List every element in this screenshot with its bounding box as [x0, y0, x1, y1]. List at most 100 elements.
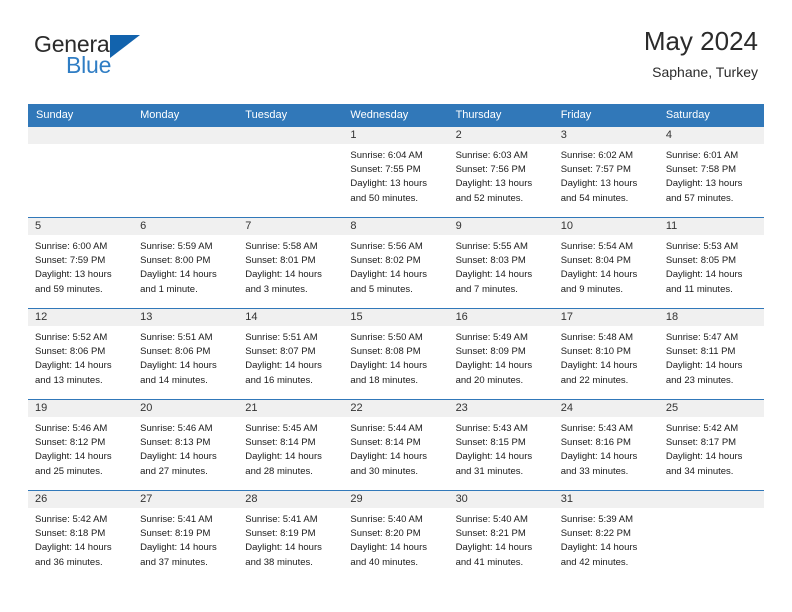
calendar-day-cell[interactable]: 24 Sunrise: 5:43 AM Sunset: 8:16 PM Dayligh… [553, 399, 659, 491]
calendar-day-cell[interactable]: 12 Sunrise: 5:52 AM Sunset: 8:06 PM Dayligh… [28, 308, 134, 400]
day-detail-line: Sunrise: 5:43 AM [560, 423, 634, 434]
general-blue-logo[interactable]: General Blue [34, 31, 149, 79]
calendar-day-cell[interactable]: 16 Sunrise: 5:49 AM Sunset: 8:09 PM Dayligh… [448, 308, 554, 400]
calendar-week-row: 26 Sunrise: 5:42 AM Sunset: 8:18 PM Dayligh… [28, 490, 764, 581]
logo-text-blue: Blue [66, 52, 112, 78]
calendar-day-cell[interactable]: 22 Sunrise: 5:44 AM Sunset: 8:14 PM Dayligh… [343, 399, 449, 491]
day-details: Sunrise: 5:43 AM Sunset: 8:15 PM Daylight:… [449, 417, 554, 479]
day-detail-line: Sunset: 8:06 PM [140, 346, 211, 358]
calendar-day-cell[interactable]: 29 Sunrise: 5:40 AM Sunset: 8:20 PM Dayligh… [343, 490, 449, 581]
calendar-day-cell[interactable]: 10 Sunrise: 5:54 AM Sunset: 8:04 PM Dayligh… [553, 217, 659, 309]
day-detail-line: Sunset: 8:06 PM [35, 346, 106, 358]
day-detail-line: Sunrise: 6:00 AM [35, 241, 108, 252]
day-detail-line: Sunset: 8:21 PM [455, 528, 526, 540]
day-details: Sunrise: 5:40 AM Sunset: 8:21 PM Daylight:… [449, 508, 554, 570]
day-number: 21 [238, 400, 344, 417]
calendar-day-cell[interactable]: 19 Sunrise: 5:46 AM Sunset: 8:12 PM Dayligh… [28, 399, 134, 491]
calendar-day-cell[interactable]: 11 Sunrise: 5:53 AM Sunset: 8:05 PM Dayligh… [658, 217, 764, 309]
calendar-day-cell[interactable]: 20 Sunrise: 5:46 AM Sunset: 8:13 PM Dayligh… [133, 399, 239, 491]
day-cell-content: 16 Sunrise: 5:49 AM Sunset: 8:09 PM Dayligh… [448, 309, 554, 399]
day-detail-line: Sunset: 8:18 PM [35, 528, 106, 540]
day-detail-line: Sunset: 8:03 PM [455, 255, 526, 267]
day-detail-line: Sunrise: 5:44 AM [350, 423, 423, 434]
day-cell-content: 19 Sunrise: 5:46 AM Sunset: 8:12 PM Dayligh… [28, 400, 134, 490]
calendar-day-cell[interactable]: 15 Sunrise: 5:50 AM Sunset: 8:08 PM Dayligh… [343, 308, 449, 400]
calendar-day-cell[interactable]: 4 Sunrise: 6:01 AM Sunset: 7:58 PM Daylight… [658, 126, 764, 218]
day-number [28, 127, 134, 144]
day-details: Sunrise: 5:50 AM Sunset: 8:08 PM Daylight:… [343, 326, 448, 388]
day-detail-line: Sunrise: 5:49 AM [455, 332, 528, 343]
calendar-day-cell[interactable]: 8 Sunrise: 5:56 AM Sunset: 8:02 PM Daylight… [343, 217, 449, 309]
day-detail-line: Daylight: 14 hours [455, 451, 533, 463]
calendar-empty-cell [28, 126, 134, 218]
day-detail-line: Daylight: 14 hours [35, 542, 112, 554]
day-detail-line: Sunrise: 5:41 AM [140, 514, 213, 525]
calendar-day-cell[interactable]: 26 Sunrise: 5:42 AM Sunset: 8:18 PM Dayligh… [28, 490, 134, 581]
day-detail-line: Sunset: 8:01 PM [245, 255, 316, 267]
calendar-day-cell[interactable]: 30 Sunrise: 5:40 AM Sunset: 8:21 PM Dayligh… [448, 490, 554, 581]
day-detail-line: Sunrise: 6:01 AM [665, 150, 739, 161]
day-number: 12 [28, 309, 134, 326]
day-number: 6 [133, 218, 239, 235]
day-cell-content: 1 Sunrise: 6:04 AM Sunset: 7:55 PM Daylight… [343, 127, 449, 217]
day-cell-content: 24 Sunrise: 5:43 AM Sunset: 8:16 PM Dayligh… [553, 400, 659, 490]
day-cell-content: 8 Sunrise: 5:56 AM Sunset: 8:02 PM Daylight… [343, 218, 449, 308]
day-detail-line: Sunrise: 5:39 AM [560, 514, 634, 525]
day-details: Sunrise: 5:39 AM Sunset: 8:22 PM Daylight:… [554, 508, 659, 570]
calendar-day-cell[interactable]: 14 Sunrise: 5:51 AM Sunset: 8:07 PM Dayligh… [238, 308, 344, 400]
day-details: Sunrise: 5:59 AM Sunset: 8:00 PM Daylight:… [133, 235, 238, 297]
day-number: 10 [553, 218, 659, 235]
weekday-header-friday: Friday [553, 104, 659, 127]
calendar-day-cell[interactable]: 28 Sunrise: 5:41 AM Sunset: 8:19 PM Dayligh… [238, 490, 344, 581]
day-detail-line: Daylight: 14 hours [560, 269, 638, 281]
day-number: 2 [448, 127, 554, 144]
calendar-day-cell[interactable]: 27 Sunrise: 5:41 AM Sunset: 8:19 PM Dayligh… [133, 490, 239, 581]
day-detail-line: Sunrise: 5:46 AM [35, 423, 108, 434]
calendar-day-cell[interactable]: 17 Sunrise: 5:48 AM Sunset: 8:10 PM Dayligh… [553, 308, 659, 400]
calendar-day-cell[interactable]: 5 Sunrise: 6:00 AM Sunset: 7:59 PM Daylight… [28, 217, 134, 309]
calendar-day-cell[interactable]: 25 Sunrise: 5:42 AM Sunset: 8:17 PM Dayligh… [658, 399, 764, 491]
day-detail-line: Sunrise: 5:58 AM [245, 241, 318, 252]
day-details: Sunrise: 5:43 AM Sunset: 8:16 PM Daylight:… [554, 417, 659, 479]
day-detail-line: and 30 minutes. [350, 465, 419, 477]
calendar-day-cell[interactable]: 23 Sunrise: 5:43 AM Sunset: 8:15 PM Dayligh… [448, 399, 554, 491]
day-detail-line: and 3 minutes. [245, 283, 308, 295]
day-detail-line: and 31 minutes. [455, 465, 524, 477]
day-detail-line: Daylight: 14 hours [350, 451, 427, 463]
calendar-day-cell[interactable]: 3 Sunrise: 6:02 AM Sunset: 7:57 PM Daylight… [553, 126, 659, 218]
day-details: Sunrise: 5:46 AM Sunset: 8:13 PM Daylight:… [133, 417, 238, 479]
calendar-day-cell[interactable]: 9 Sunrise: 5:55 AM Sunset: 8:03 PM Daylight… [448, 217, 554, 309]
day-detail-line: and 36 minutes. [35, 556, 103, 568]
calendar-day-cell[interactable]: 2 Sunrise: 6:03 AM Sunset: 7:56 PM Daylight… [448, 126, 554, 218]
page-header: General Blue May 2024 Saphane, Turkey [0, 0, 792, 100]
day-detail-line: Sunset: 8:00 PM [140, 255, 211, 267]
day-detail-line: Sunrise: 5:46 AM [140, 423, 213, 434]
calendar-day-cell[interactable]: 7 Sunrise: 5:58 AM Sunset: 8:01 PM Daylight… [238, 217, 344, 309]
day-detail-line: and 52 minutes. [455, 192, 524, 204]
day-detail-line: and 33 minutes. [560, 465, 629, 477]
day-detail-line: Sunset: 8:16 PM [560, 437, 631, 449]
calendar-day-cell[interactable]: 21 Sunrise: 5:45 AM Sunset: 8:14 PM Dayligh… [238, 399, 344, 491]
calendar-day-cell[interactable]: 18 Sunrise: 5:47 AM Sunset: 8:11 PM Dayligh… [658, 308, 764, 400]
day-detail-line: Daylight: 14 hours [140, 451, 217, 463]
day-details: Sunrise: 5:51 AM Sunset: 8:06 PM Daylight:… [133, 326, 238, 388]
day-detail-line: Sunset: 8:22 PM [560, 528, 631, 540]
day-detail-line: Sunrise: 6:02 AM [560, 150, 634, 161]
day-cell-content: 17 Sunrise: 5:48 AM Sunset: 8:10 PM Dayligh… [553, 309, 659, 399]
day-detail-line: and 59 minutes. [35, 283, 103, 295]
day-cell-content: 20 Sunrise: 5:46 AM Sunset: 8:13 PM Dayligh… [133, 400, 239, 490]
day-number: 26 [28, 491, 134, 508]
calendar-day-cell[interactable]: 6 Sunrise: 5:59 AM Sunset: 8:00 PM Daylight… [133, 217, 239, 309]
calendar-day-cell[interactable]: 31 Sunrise: 5:39 AM Sunset: 8:22 PM Dayligh… [553, 490, 659, 581]
day-number: 7 [238, 218, 344, 235]
day-detail-line: and 22 minutes. [560, 374, 629, 386]
day-cell-content: 13 Sunrise: 5:51 AM Sunset: 8:06 PM Dayligh… [133, 309, 239, 399]
day-details: Sunrise: 5:45 AM Sunset: 8:14 PM Daylight:… [238, 417, 343, 479]
day-detail-line: Daylight: 13 hours [455, 178, 533, 190]
day-detail-line: and 11 minutes. [665, 283, 733, 295]
calendar-day-cell[interactable]: 13 Sunrise: 5:51 AM Sunset: 8:06 PM Dayligh… [133, 308, 239, 400]
day-details: Sunrise: 5:49 AM Sunset: 8:09 PM Daylight:… [449, 326, 554, 388]
day-detail-line: and 16 minutes. [245, 374, 313, 386]
calendar-day-cell[interactable]: 1 Sunrise: 6:04 AM Sunset: 7:55 PM Daylight… [343, 126, 449, 218]
day-detail-line: Sunrise: 5:41 AM [245, 514, 318, 525]
